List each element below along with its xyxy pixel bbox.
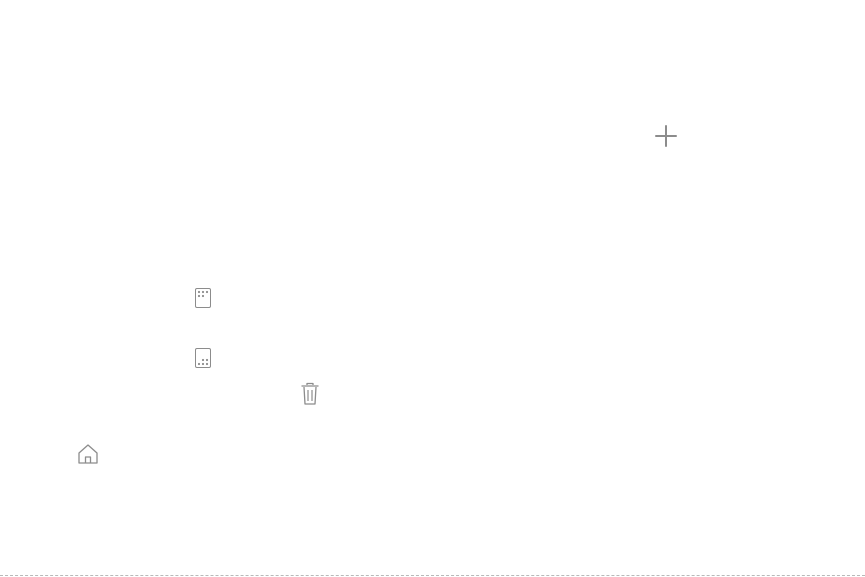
apps-grid-bottom-icon[interactable]: [195, 348, 211, 368]
bottom-divider: [0, 575, 865, 576]
add-icon[interactable]: [655, 125, 677, 147]
trash-icon[interactable]: [300, 382, 320, 406]
home-icon[interactable]: [76, 442, 100, 466]
apps-grid-top-icon[interactable]: [195, 288, 211, 308]
